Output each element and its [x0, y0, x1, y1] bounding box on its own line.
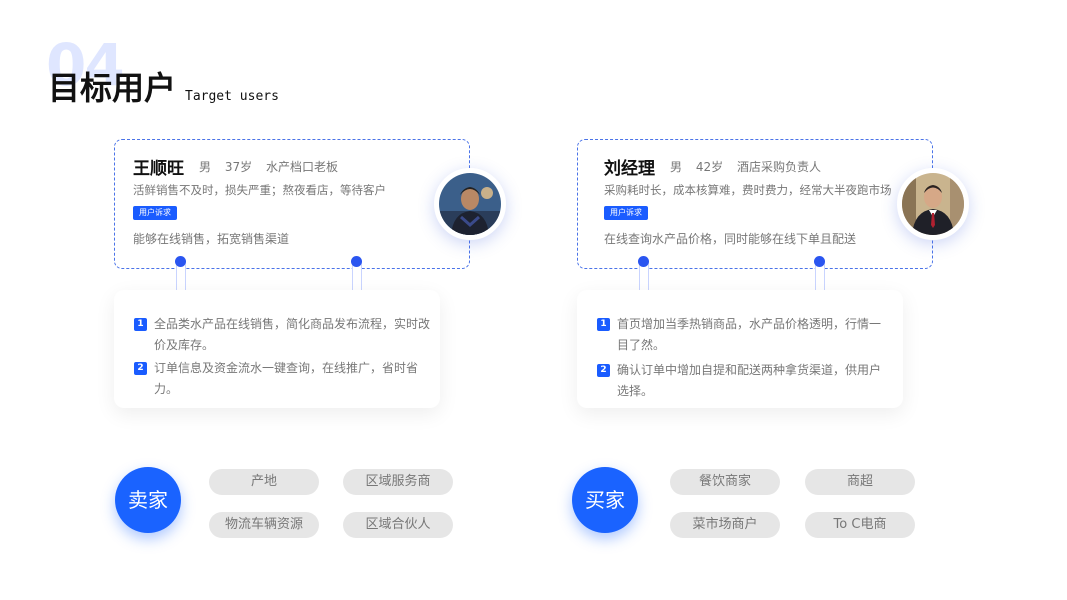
role-seller-circle: 卖家	[115, 467, 181, 533]
page-subtitle: Target users	[185, 89, 279, 104]
item-text: 确认订单中增加自提和配送两种拿货渠道，供用户选择。	[617, 363, 882, 398]
persona-gender: 男	[199, 160, 212, 174]
persona-card-buyer: 刘经理 男 42岁 酒店采购负责人 采购耗时长，成本核算难，费时费力，经常大半夜…	[577, 139, 933, 269]
avatar-seller-photo	[439, 173, 501, 235]
persona-role: 水产档口老板	[265, 160, 338, 174]
list-item: 1 全品类水产品在线销售，简化商品发布流程，实时改价及库存。	[134, 314, 434, 356]
avatar-buyer	[897, 168, 969, 240]
buyer-tag-pill: 菜市场商户	[670, 512, 780, 538]
page-title: 目标用户	[48, 69, 177, 107]
item-text: 全品类水产品在线销售，简化商品发布流程，实时改价及库存。	[154, 317, 431, 352]
seller-tag-pill: 区域服务商	[343, 469, 453, 495]
persona-need: 在线查询水产品价格，同时能够在线下单且配送	[604, 232, 857, 246]
role-buyer-circle: 买家	[572, 467, 638, 533]
persona-gender: 男	[670, 160, 683, 174]
list-item: 2 确认订单中增加自提和配送两种拿货渠道，供用户选择。	[597, 360, 889, 402]
persona-meta: 男 37岁 水产档口老板	[199, 158, 348, 175]
persona-meta: 男 42岁 酒店采购负责人	[670, 158, 831, 175]
item-number: 2	[597, 364, 610, 377]
persona-need: 能够在线销售，拓宽销售渠道	[133, 232, 290, 246]
persona-role: 酒店采购负责人	[736, 160, 821, 174]
item-text: 首页增加当季热销商品，水产品价格透明，行情一目了然。	[617, 317, 882, 352]
seller-tag-pill: 产地	[209, 469, 319, 495]
seller-tag-pill: 物流车辆资源	[209, 512, 319, 538]
persona-age: 42岁	[695, 160, 724, 174]
avatar-buyer-photo	[902, 173, 964, 235]
persona-name: 刘经理	[604, 159, 655, 179]
list-item: 1 首页增加当季热销商品，水产品价格透明，行情一目了然。	[597, 314, 889, 356]
persona-name: 王顺旺	[133, 159, 184, 179]
avatar-seller	[434, 168, 506, 240]
seller-tag-pill: 区域合伙人	[343, 512, 453, 538]
buyer-tag-pill: To C电商	[805, 512, 915, 538]
item-text: 订单信息及资金流水一键查询，在线推广，省时省力。	[154, 361, 419, 396]
page: 04 目标用户 Target users 王顺旺 男 37岁 水产档口老板 活鲜…	[0, 0, 1067, 600]
item-number: 1	[597, 318, 610, 331]
persona-age: 37岁	[224, 160, 253, 174]
item-number: 1	[134, 318, 147, 331]
buyer-tag-pill: 餐饮商家	[670, 469, 780, 495]
requirements-card-buyer: 1 首页增加当季热销商品，水产品价格透明，行情一目了然。 2 确认订单中增加自提…	[577, 290, 903, 408]
persona-card-seller: 王顺旺 男 37岁 水产档口老板 活鲜销售不及时，损失严重；熬夜看店，等待客户 …	[114, 139, 470, 269]
buyer-tag-pill: 商超	[805, 469, 915, 495]
persona-pain-points: 采购耗时长，成本核算难，费时费力，经常大半夜跑市场	[604, 183, 892, 197]
list-item: 2 订单信息及资金流水一键查询，在线推广，省时省力。	[134, 358, 434, 400]
user-need-tag: 用户诉求	[133, 206, 177, 220]
persona-pain-points: 活鲜销售不及时，损失严重；熬夜看店，等待客户	[133, 183, 386, 197]
user-need-tag: 用户诉求	[604, 206, 648, 220]
requirements-card-seller: 1 全品类水产品在线销售，简化商品发布流程，实时改价及库存。 2 订单信息及资金…	[114, 290, 440, 408]
item-number: 2	[134, 362, 147, 375]
